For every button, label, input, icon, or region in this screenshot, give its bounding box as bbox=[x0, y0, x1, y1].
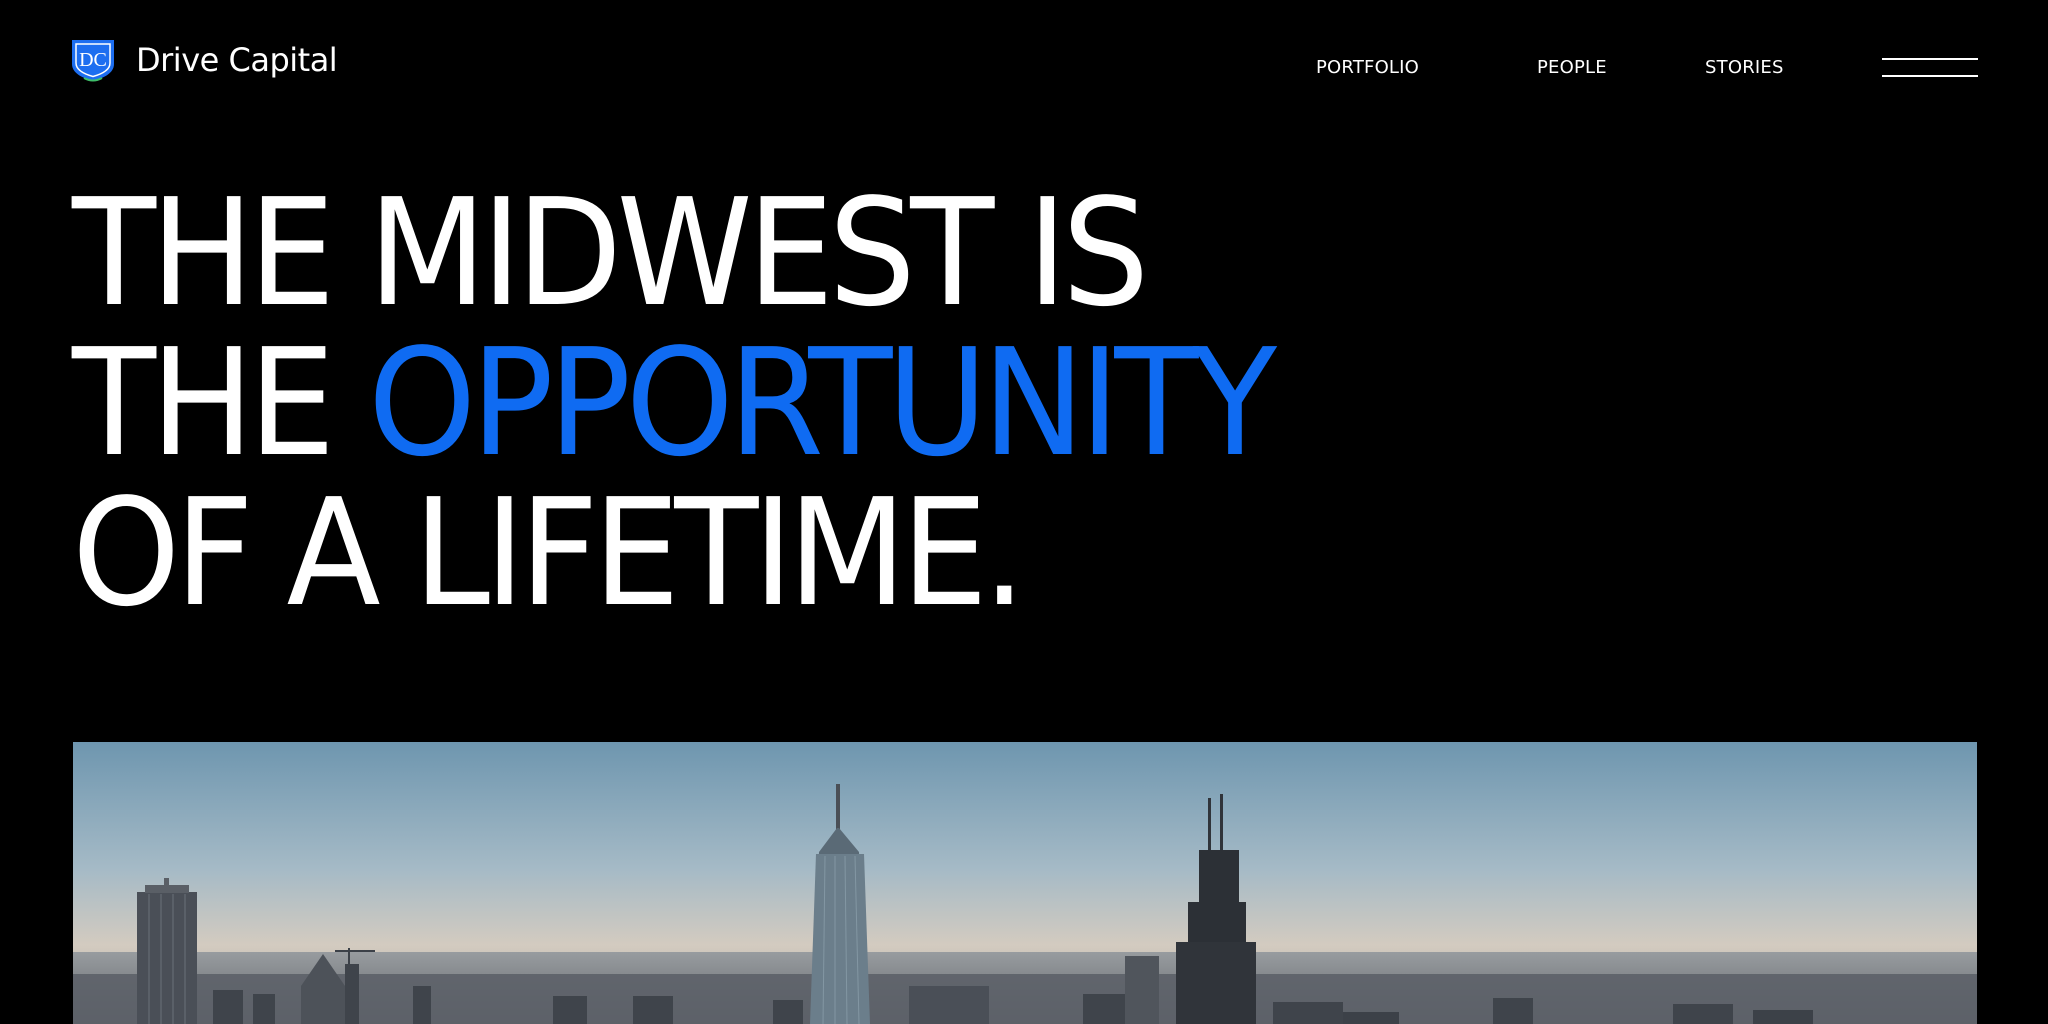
hero-line-2-prefix: THE bbox=[72, 317, 368, 489]
hero-headline: THE MIDWEST IS THE OPPORTUNITY OF A LIFE… bbox=[72, 178, 1362, 628]
hero-accent-word: OPPORTUNITY bbox=[367, 317, 1277, 489]
logo-monogram: DC bbox=[79, 49, 107, 71]
menu-line-top bbox=[1882, 58, 1978, 60]
menu-line-bottom bbox=[1882, 75, 1978, 77]
site-header: DC Drive Capital PORTFOLIO PEOPLE STORIE… bbox=[0, 0, 2048, 120]
nav-item-stories[interactable]: STORIES bbox=[1705, 56, 1784, 80]
hero-line-3: OF A LIFETIME. bbox=[72, 467, 1026, 639]
nav-item-people[interactable]: PEOPLE bbox=[1537, 56, 1607, 80]
drive-capital-logo-icon: DC bbox=[72, 40, 114, 82]
hero-line-1: THE MIDWEST IS bbox=[72, 167, 1149, 339]
hamburger-menu-icon[interactable] bbox=[1882, 58, 1978, 82]
skyline-illustration bbox=[73, 742, 1977, 1024]
city-skyline-photo bbox=[73, 742, 1977, 1024]
brand-name: Drive Capital bbox=[136, 41, 338, 79]
brand-logo-link[interactable]: DC Drive Capital bbox=[70, 38, 338, 82]
hero-line-2: THE OPPORTUNITY bbox=[72, 328, 1277, 478]
nav-item-portfolio[interactable]: PORTFOLIO bbox=[1316, 56, 1419, 80]
